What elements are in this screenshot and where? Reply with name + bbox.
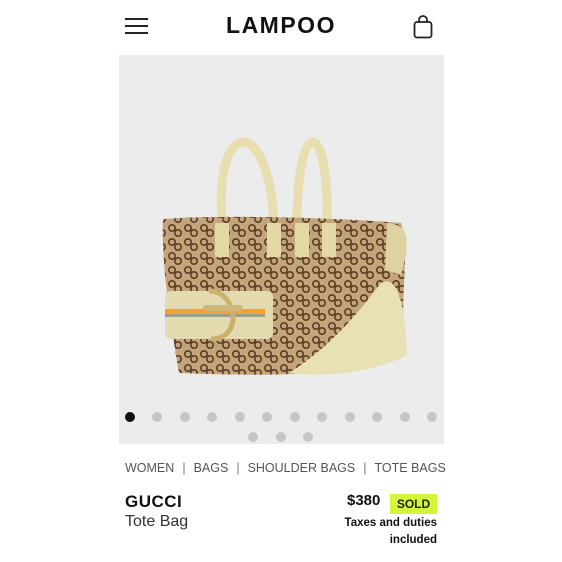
pagination-dot[interactable] [125, 412, 135, 422]
pagination-dot[interactable] [372, 412, 382, 422]
pagination-dot[interactable] [248, 432, 258, 442]
breadcrumb-tote-bags[interactable]: TOTE BAGS [374, 461, 445, 475]
breadcrumb-bags[interactable]: BAGS [194, 461, 229, 475]
pagination-dot[interactable] [276, 432, 286, 442]
pagination-dot[interactable] [303, 432, 313, 442]
breadcrumb-separator: | [182, 461, 186, 475]
tax-note-line: Taxes and duties [344, 517, 437, 529]
product-brand[interactable]: GUCCI [125, 492, 182, 512]
pagination-dot[interactable] [152, 412, 162, 422]
pagination-dot[interactable] [290, 412, 300, 422]
product-name: Tote Bag [125, 513, 189, 530]
breadcrumb: WOMEN | BAGS | SHOULDER BAGS | TOTE BAGS [125, 461, 446, 475]
sold-badge: SOLD [390, 494, 437, 514]
pagination-dot[interactable] [235, 412, 245, 422]
product-image-gallery[interactable] [119, 55, 444, 444]
pagination-dot[interactable] [427, 412, 437, 422]
shopping-bag-icon[interactable] [413, 15, 433, 39]
breadcrumb-separator: | [363, 461, 367, 475]
site-logo[interactable]: LAMPOO [0, 12, 562, 39]
pagination-dot[interactable] [262, 412, 272, 422]
breadcrumb-separator: | [236, 461, 240, 475]
pagination-dot[interactable] [207, 412, 217, 422]
product-price: $380 [347, 492, 381, 509]
pagination-dot[interactable] [400, 412, 410, 422]
pagination-dot[interactable] [317, 412, 327, 422]
tax-note-line: included [389, 534, 437, 546]
pagination-dot[interactable] [180, 412, 190, 422]
pagination-dot[interactable] [345, 412, 355, 422]
breadcrumb-shoulder-bags[interactable]: SHOULDER BAGS [248, 461, 356, 475]
product-image[interactable] [119, 55, 444, 395]
breadcrumb-women[interactable]: WOMEN [125, 461, 174, 475]
tax-note: Taxes and duties included [330, 515, 437, 549]
site-header: LAMPOO [0, 0, 562, 56]
